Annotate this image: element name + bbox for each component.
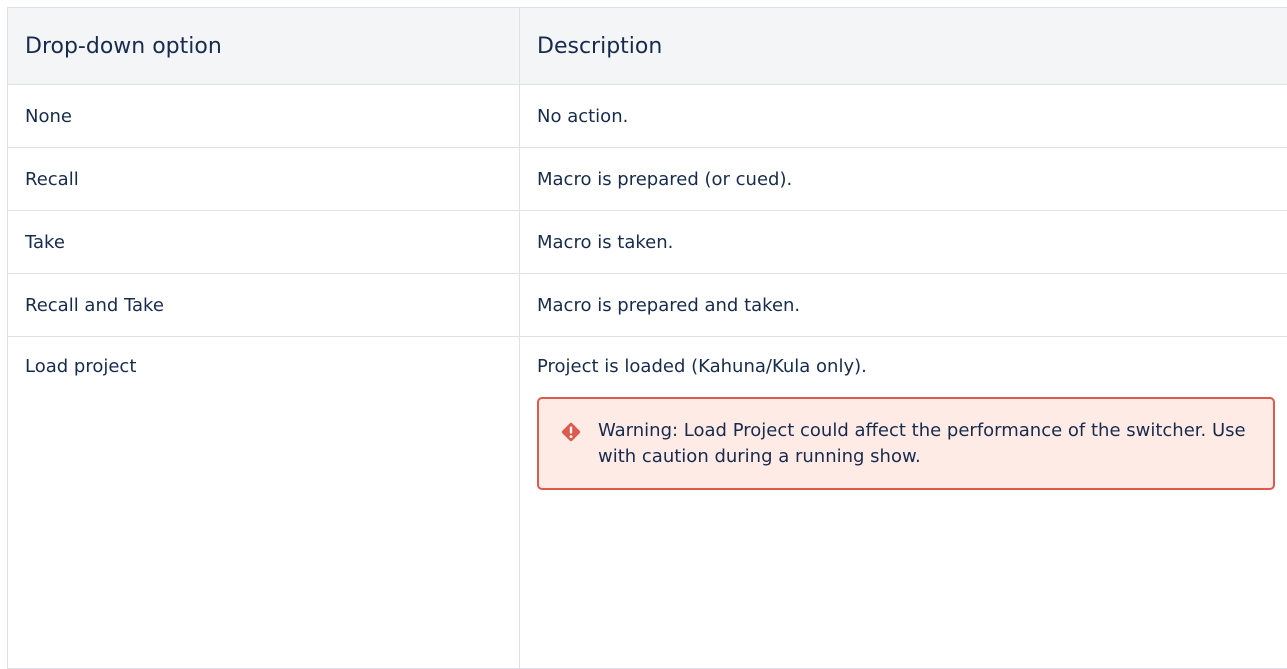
table-row: Recall Macro is prepared (or cued). (8, 148, 1287, 211)
description-text: Project is loaded (Kahuna/Kula only). (537, 356, 1287, 377)
description-cell: No action. (520, 85, 1287, 148)
option-cell: Load project (8, 337, 520, 669)
description-cell: Macro is prepared (or cued). (520, 148, 1287, 211)
table-header-row: Drop-down option Description (8, 8, 1287, 85)
description-cell: Macro is taken. (520, 211, 1287, 274)
option-cell: Recall (8, 148, 520, 211)
table-row: None No action. (8, 85, 1287, 148)
options-table-container: Drop-down option Description None No act… (7, 7, 1287, 669)
option-cell: Take (8, 211, 520, 274)
table-row: Recall and Take Macro is prepared and ta… (8, 274, 1287, 337)
header-dropdown-option: Drop-down option (8, 8, 520, 85)
option-label: Load project (25, 356, 136, 377)
warning-content: Warning: Load Project could affect the p… (559, 418, 1257, 470)
warning-message: Warning: Load Project could affect the p… (598, 418, 1257, 470)
table-row: Take Macro is taken. (8, 211, 1287, 274)
header-description: Description (520, 8, 1287, 85)
table-row: Load project Project is loaded (Kahuna/K… (8, 337, 1287, 669)
option-cell-content: Load project (25, 356, 519, 668)
description-cell: Macro is prepared and taken. (520, 274, 1287, 337)
warning-label: Warning: Load Project (598, 420, 794, 441)
option-cell: Recall and Take (8, 274, 520, 337)
description-cell: Project is loaded (Kahuna/Kula only). (520, 337, 1287, 669)
warning-diamond-icon (559, 420, 583, 444)
dropdown-options-table: Drop-down option Description None No act… (7, 7, 1287, 669)
option-cell: None (8, 85, 520, 148)
warning-callout: Warning: Load Project could affect the p… (537, 397, 1275, 490)
